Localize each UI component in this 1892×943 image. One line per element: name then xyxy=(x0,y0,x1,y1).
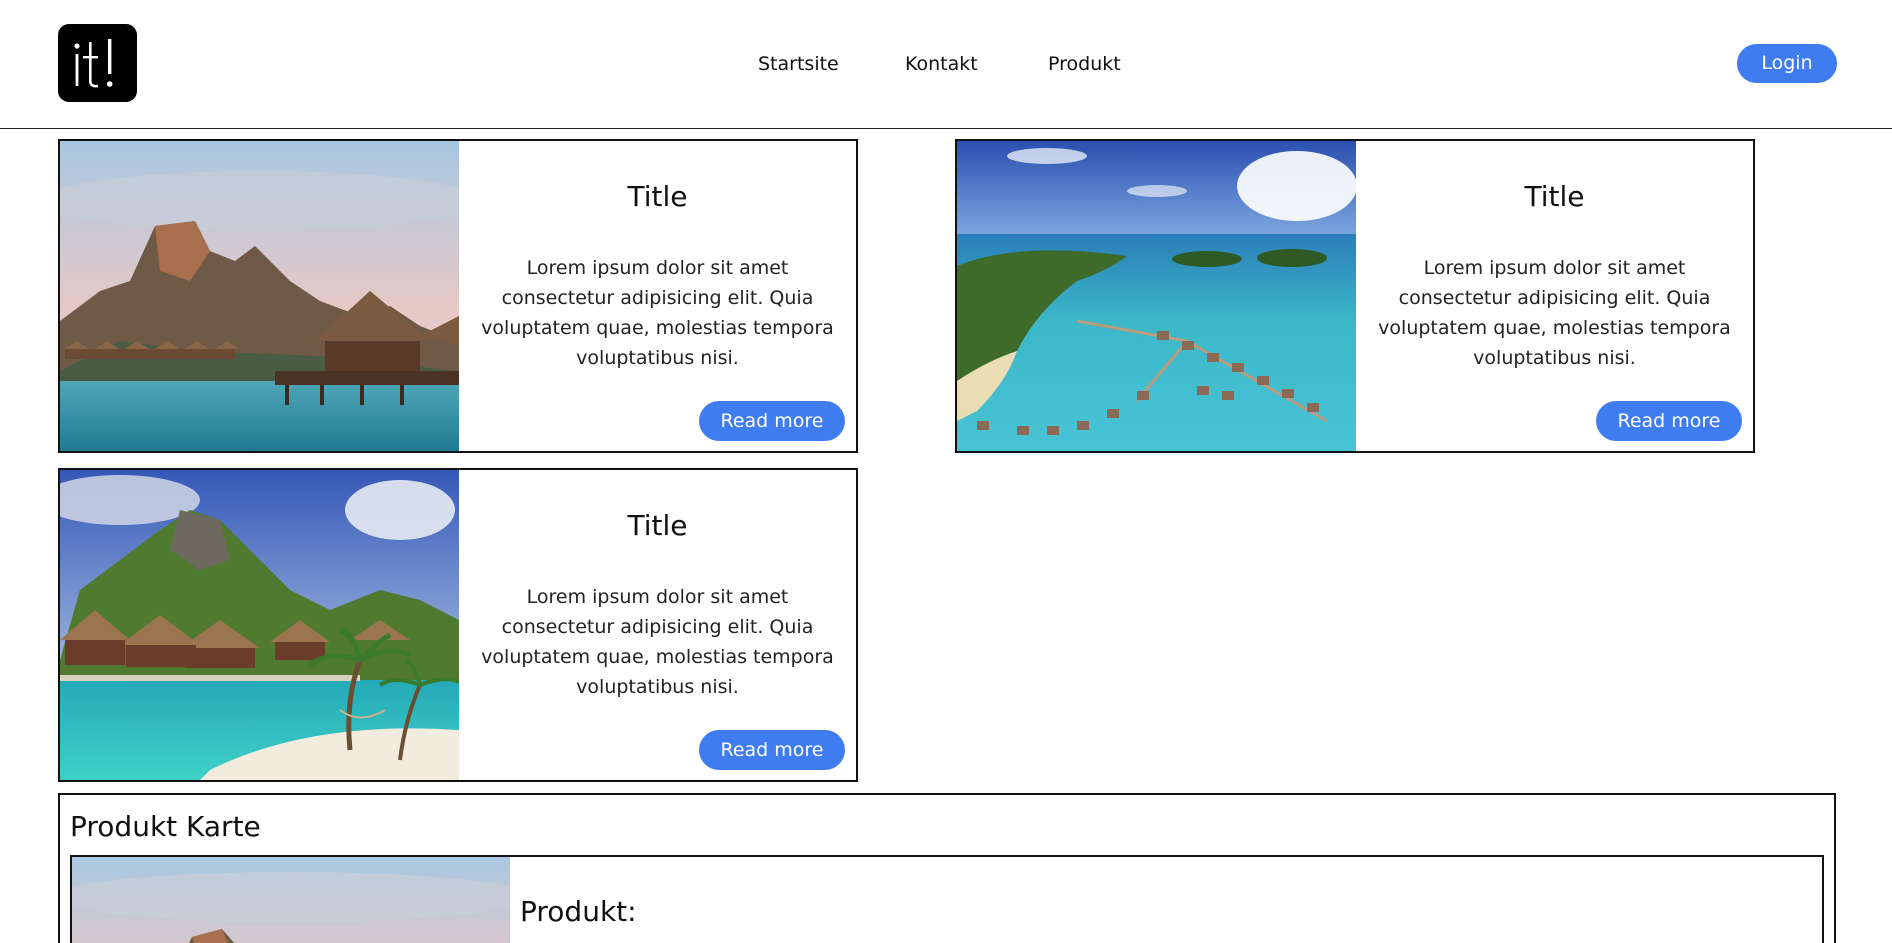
aerial-lagoon-bungalows-image xyxy=(957,141,1356,451)
card-title: Title xyxy=(627,509,688,542)
card-3: Title Lorem ipsum dolor sit amet consect… xyxy=(58,468,858,782)
nav-link-startsite[interactable]: Startsite xyxy=(758,52,839,76)
card-title: Title xyxy=(627,180,688,213)
card-text: Lorem ipsum dolor sit amet consectetur a… xyxy=(481,257,834,369)
nav-link-kontakt[interactable]: Kontakt xyxy=(905,52,978,76)
produkt-karte-heading: Produkt Karte xyxy=(70,810,261,843)
card-title: Title xyxy=(1524,180,1585,213)
tropical-mountain-bungalows-image xyxy=(60,141,459,451)
read-more-button[interactable]: Read more xyxy=(699,730,845,770)
login-button[interactable]: Login xyxy=(1737,44,1837,83)
read-more-button[interactable]: Read more xyxy=(699,401,845,441)
card-2: Title Lorem ipsum dolor sit amet consect… xyxy=(955,139,1755,453)
nav-link-produkt[interactable]: Produkt xyxy=(1048,52,1121,76)
card-text: Lorem ipsum dolor sit amet consectetur a… xyxy=(481,586,834,698)
card-text: Lorem ipsum dolor sit amet consectetur a… xyxy=(1378,257,1731,369)
site-header: it! Startsite Kontakt Produkt Login xyxy=(0,0,1892,129)
produkt-card: Produkt: xyxy=(70,855,1824,943)
produkt-image xyxy=(72,857,510,943)
produkt-karte-section: Produkt Karte Produkt: xyxy=(58,793,1836,943)
produkt-label: Produkt: xyxy=(520,895,637,928)
read-more-button[interactable]: Read more xyxy=(1596,401,1742,441)
card-1: Title Lorem ipsum dolor sit amet consect… xyxy=(58,139,858,453)
beach-bungalows-palm-image xyxy=(60,470,459,780)
main-nav: Startsite Kontakt Produkt xyxy=(0,52,1892,82)
